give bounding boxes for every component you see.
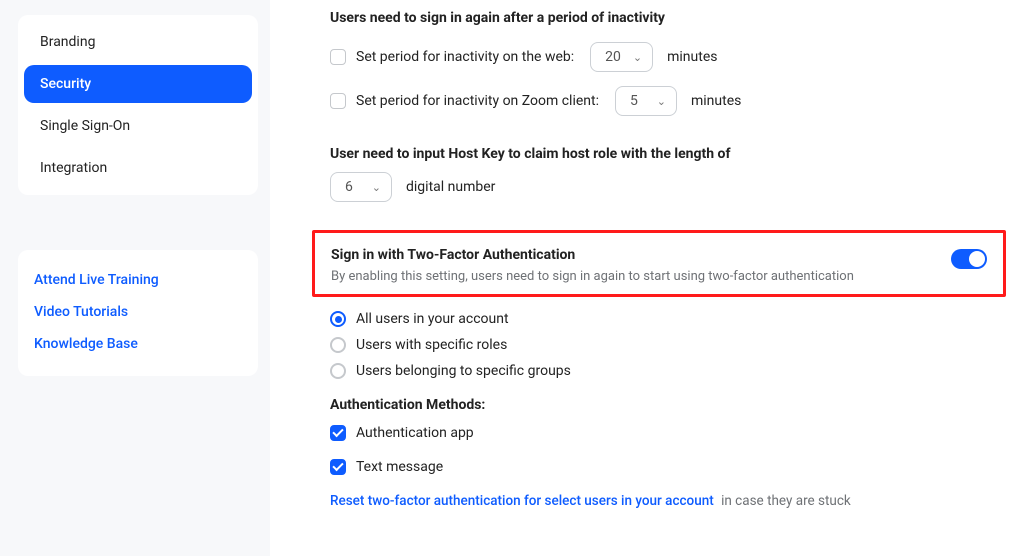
inactivity-web-unit: minutes [667,49,717,65]
help-link-training[interactable]: Attend Live Training [34,264,242,296]
tfa-methods-heading: Authentication Methods: [330,397,1000,413]
chevron-down-icon: ⌄ [633,51,642,64]
tfa-scope-groups-label: Users belonging to specific groups [356,363,571,379]
sidebar-item-branding[interactable]: Branding [24,23,252,61]
tfa-scope-roles-radio[interactable] [330,337,346,353]
tfa-reset-link[interactable]: Reset two-factor authentication for sele… [330,493,714,509]
tfa-methods-list: Authentication app Text message [330,425,1000,475]
hostkey-value: 6 [345,179,353,195]
inactivity-client-unit: minutes [691,93,741,109]
tfa-highlight-box: Sign in with Two-Factor Authentication B… [312,230,1006,297]
tfa-text-block: Sign in with Two-Factor Authentication B… [331,247,854,284]
tfa-title: Sign in with Two-Factor Authentication [331,247,854,263]
tfa-reset-suffix: in case they are stuck [721,493,851,509]
main-content: Users need to sign in again after a peri… [270,0,1024,556]
inactivity-web-value: 20 [605,49,621,65]
sidebar-item-single-sign-on[interactable]: Single Sign-On [24,107,252,145]
tfa-method-app-checkbox[interactable] [330,425,346,441]
hostkey-select[interactable]: 6 ⌄ [330,172,392,202]
chevron-down-icon: ⌄ [657,95,666,108]
inactivity-web-row: Set period for inactivity on the web: 20… [330,42,1000,72]
tfa-reset-row: Reset two-factor authentication for sele… [330,493,1000,509]
tfa-method-app-row: Authentication app [330,425,1000,441]
inactivity-client-row: Set period for inactivity on Zoom client… [330,86,1000,116]
tfa-scope-all-radio[interactable] [330,311,346,327]
inactivity-client-checkbox[interactable] [330,93,346,109]
tfa-toggle[interactable] [951,249,987,269]
help-link-tutorials[interactable]: Video Tutorials [34,296,242,328]
sidebar: Branding Security Single Sign-On Integra… [0,0,270,556]
tfa-scope-roles-row: Users with specific roles [330,337,1000,353]
sidebar-nav: Branding Security Single Sign-On Integra… [18,15,258,195]
tfa-scope-all-label: All users in your account [356,311,509,327]
inactivity-web-checkbox[interactable] [330,49,346,65]
sidebar-help-box: Attend Live Training Video Tutorials Kno… [18,250,258,376]
sidebar-item-integration[interactable]: Integration [24,149,252,187]
tfa-scope-all-row: All users in your account [330,311,1000,327]
inactivity-heading: Users need to sign in again after a peri… [330,10,1000,26]
chevron-down-icon: ⌄ [372,181,381,194]
inactivity-client-value: 5 [630,93,638,109]
tfa-method-app-label: Authentication app [356,425,474,441]
inactivity-client-select[interactable]: 5 ⌄ [615,86,677,116]
tfa-method-sms-checkbox[interactable] [330,459,346,475]
tfa-scope-groups-radio[interactable] [330,363,346,379]
sidebar-item-security[interactable]: Security [24,65,252,103]
inactivity-client-label: Set period for inactivity on Zoom client… [356,93,599,109]
tfa-scope-groups-row: Users belonging to specific groups [330,363,1000,379]
help-link-knowledge[interactable]: Knowledge Base [34,328,242,360]
hostkey-unit: digital number [406,179,495,195]
hostkey-heading: User need to input Host Key to claim hos… [330,146,1000,162]
tfa-scope-roles-label: Users with specific roles [356,337,507,353]
tfa-method-sms-label: Text message [356,459,443,475]
tfa-scope-list: All users in your account Users with spe… [330,311,1000,379]
hostkey-row: 6 ⌄ digital number [330,172,1000,202]
tfa-method-sms-row: Text message [330,459,1000,475]
inactivity-web-select[interactable]: 20 ⌄ [590,42,653,72]
tfa-description: By enabling this setting, users need to … [331,269,854,284]
inactivity-web-label: Set period for inactivity on the web: [356,49,574,65]
